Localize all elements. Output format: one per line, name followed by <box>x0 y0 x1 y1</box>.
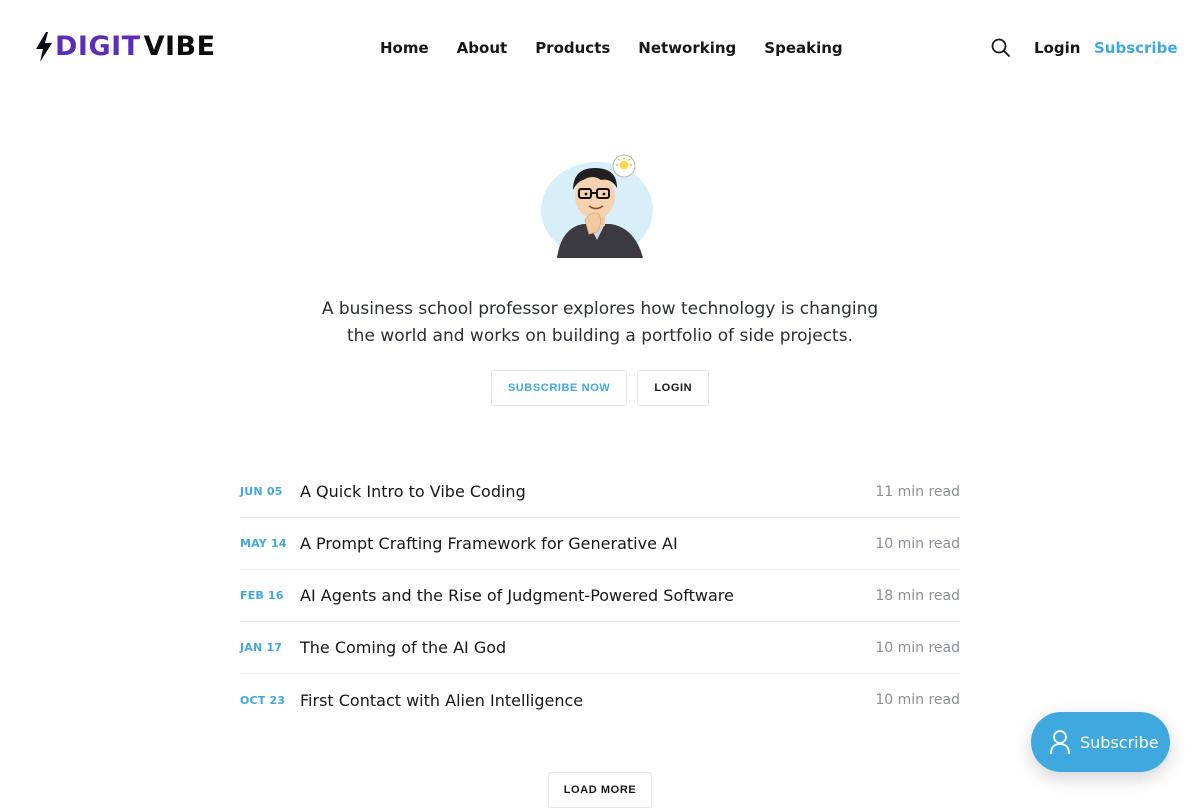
nav-speaking[interactable]: Speaking <box>764 36 842 60</box>
post-title[interactable]: AI Agents and the Rise of Judgment-Power… <box>300 586 875 605</box>
post-date: MAY 14 <box>240 537 287 550</box>
post-read-time: 10 min read <box>875 639 960 656</box>
logo-wordmark: DIGIT VIBE <box>55 31 216 63</box>
author-avatar <box>539 148 661 258</box>
site-tagline: A business school professor explores how… <box>300 296 900 350</box>
post-list: JUN 05 A Quick Intro to Vibe Coding 11 m… <box>240 466 960 726</box>
lightning-bolt-icon <box>36 32 52 62</box>
portal-subscribe-button[interactable]: Subscribe <box>1031 712 1170 772</box>
logo-vibe-text: VIBE <box>143 31 216 62</box>
post-date: JAN 17 <box>240 641 283 654</box>
post-item[interactable]: JUN 05 A Quick Intro to Vibe Coding 11 m… <box>240 466 960 518</box>
portal-subscribe-label: Subscribe <box>1080 732 1159 752</box>
post-read-time: 10 min read <box>875 692 960 708</box>
post-read-time: 11 min read <box>875 483 960 500</box>
post-item[interactable]: FEB 16 AI Agents and the Rise of Judgmen… <box>240 570 960 622</box>
nav-products[interactable]: Products <box>535 36 610 60</box>
post-date: FEB 16 <box>240 589 284 602</box>
post-title[interactable]: A Prompt Crafting Framework for Generati… <box>300 534 875 553</box>
logo-digit-text: DIGIT <box>55 31 141 62</box>
hero-login-button[interactable]: LOGIN <box>637 370 710 406</box>
post-title[interactable]: A Quick Intro to Vibe Coding <box>300 482 875 501</box>
tagline-line-2: the world and works on building a portfo… <box>347 326 853 346</box>
nav-about[interactable]: About <box>457 36 508 60</box>
nav-home[interactable]: Home <box>380 36 429 60</box>
search-button[interactable] <box>990 36 1012 60</box>
post-item[interactable]: OCT 23 First Contact with Alien Intellig… <box>240 674 960 726</box>
nav-networking[interactable]: Networking <box>638 36 736 60</box>
post-item[interactable]: MAY 14 A Prompt Crafting Framework for G… <box>240 518 960 570</box>
main-nav: Home About Products Networking Speaking <box>380 36 843 60</box>
post-read-time: 10 min read <box>875 535 960 552</box>
tagline-line-1: A business school professor explores how… <box>321 299 879 319</box>
post-read-time: 18 min read <box>875 587 960 604</box>
hero-actions: SUBSCRIBE NOW LOGIN <box>0 370 1200 406</box>
post-date: JUN 05 <box>240 485 283 498</box>
user-icon <box>1050 730 1070 755</box>
header-login-link[interactable]: Login <box>1034 36 1080 60</box>
header-subscribe-link[interactable]: Subscribe <box>1094 36 1178 60</box>
site-logo[interactable]: DIGIT VIBE <box>35 31 216 63</box>
post-title[interactable]: First Contact with Alien Intelligence <box>300 691 875 710</box>
site-header: DIGIT VIBE Home About Products Networking… <box>0 0 1200 95</box>
search-icon <box>991 38 1010 57</box>
subscribe-now-button[interactable]: SUBSCRIBE NOW <box>490 370 628 406</box>
load-more-button[interactable]: LOAD MORE <box>548 772 652 808</box>
post-date: OCT 23 <box>240 693 286 707</box>
post-item[interactable]: JAN 17 The Coming of the AI God 10 min r… <box>240 622 960 674</box>
post-title[interactable]: The Coming of the AI God <box>300 638 875 657</box>
